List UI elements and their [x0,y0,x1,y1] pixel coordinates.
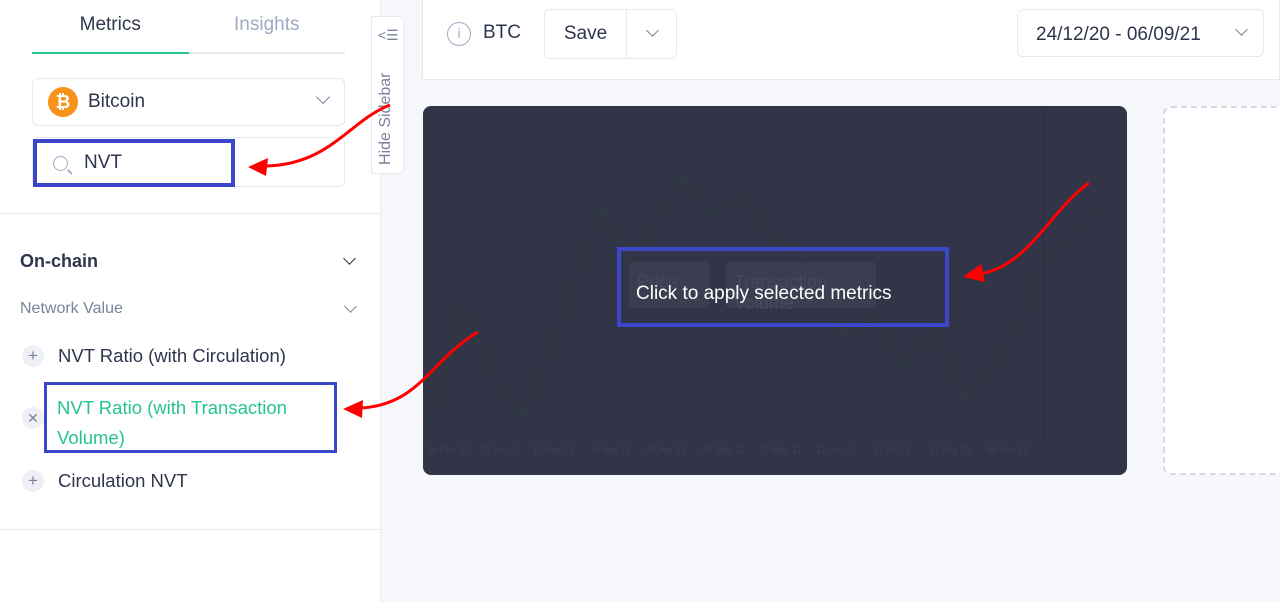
apply-metrics-button[interactable]: Click to apply selected metrics [617,247,949,327]
save-options-button[interactable] [627,10,676,58]
bitcoin-icon: ₿ [48,87,78,117]
metric-item[interactable]: + Circulation NVT [22,470,188,492]
chevron-down-icon [315,89,331,105]
plus-icon[interactable]: + [22,470,44,492]
plus-icon[interactable]: + [22,345,44,367]
asset-label: Bitcoin [88,91,146,112]
search-input[interactable]: NVT [33,139,235,187]
section-on-chain[interactable]: On-chain [20,251,98,272]
x-tick-label: 05 Apr 21 [647,445,686,455]
x-tick-label: 21 Jun 21 [816,445,856,455]
hide-sidebar-button[interactable]: <☰ Hide Sidebar [371,16,404,174]
subsection-network-value[interactable]: Network Value [20,300,123,318]
x-tick-label: 10 Mar 21 [590,445,631,455]
save-button-group: Save [544,9,677,59]
metric-label: Circulation NVT [58,470,188,491]
metric-item[interactable]: + NVT Ratio (with Circulation) [22,345,286,367]
date-range-picker[interactable]: 24/12/20 - 06/09/21 [1017,9,1264,57]
tab-insights[interactable]: Insights [189,0,346,52]
tab-metrics[interactable]: Metrics [32,0,189,54]
x-tick-label: 12 Aug 21 [930,445,971,455]
chevron-down-icon [1235,23,1248,36]
hide-sidebar-label: Hide Sidebar [377,72,394,166]
x-tick-label: 27 May 21 [760,445,803,455]
x-tick-label: 15 Jan 21 [480,445,520,455]
search-value: NVT [84,152,122,173]
x-tick-label: 17 Jul 21 [873,445,910,455]
chevron-down-icon[interactable] [343,252,356,265]
x-tick-label: 10 Feb 21 [533,445,574,455]
close-icon[interactable]: ✕ [22,407,44,429]
asset-select[interactable]: ₿ Bitcoin [32,78,345,126]
search-icon [53,155,68,171]
divider [0,529,380,530]
divider [0,213,380,214]
collapse-menu-icon: <☰ [378,27,399,43]
metric-label: NVT Ratio (with Circulation) [58,345,286,366]
toolbar: i BTC Save 24/12/20 - 06/09/21 [422,0,1280,80]
metric-item-selected[interactable]: NVT Ratio (with Transaction Volume) [44,382,337,453]
sidebar-tabs: Metrics Insights [32,0,345,54]
empty-chart-slot[interactable] [1163,106,1280,475]
sidebar: Metrics Insights ₿ Bitcoin NVT On-chain … [0,0,381,602]
ticker-label: BTC [483,22,521,43]
chevron-down-icon [646,24,659,37]
x-tick-label: 01 May 21 [703,445,746,455]
x-tick-label: 24 Dec 20 [427,445,469,455]
save-button[interactable]: Save [545,10,627,58]
date-range-value: 24/12/20 - 06/09/21 [1036,24,1201,45]
x-tick-label: 06 Sep 21 [987,445,1029,455]
chevron-down-icon[interactable] [344,300,357,313]
info-icon[interactable]: i [447,22,471,46]
